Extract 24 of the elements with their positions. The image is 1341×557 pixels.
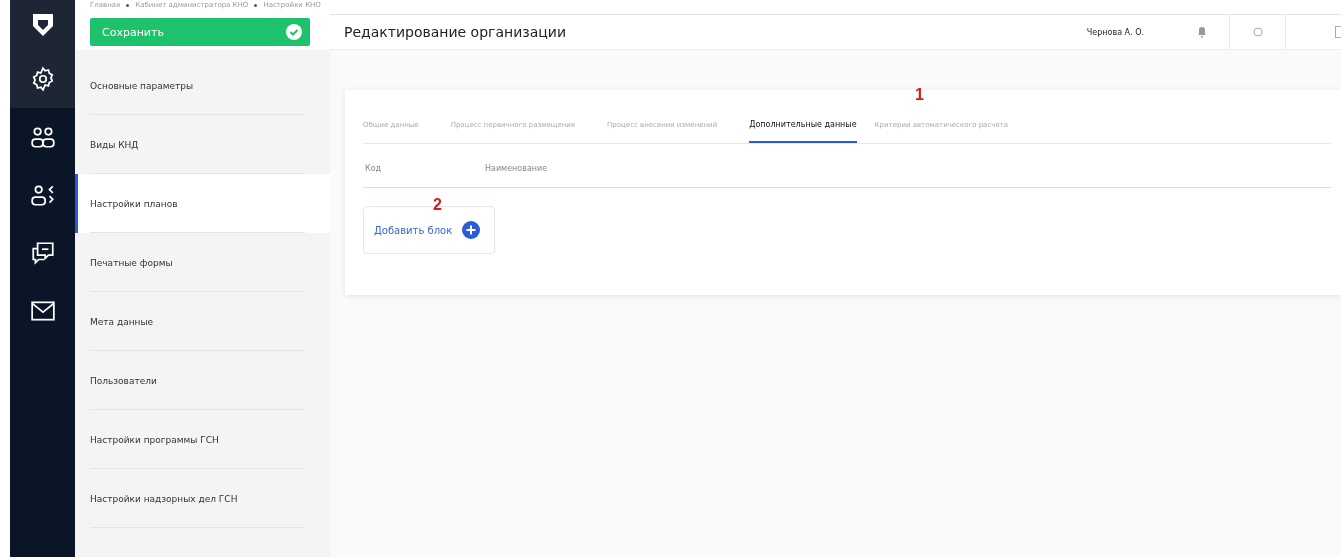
- column-header: Код: [365, 164, 383, 173]
- page-title: Редактирование организации: [344, 24, 567, 40]
- sidebar-item[interactable]: Настройки надзорных дел ГСН: [75, 469, 330, 528]
- sidebar-item[interactable]: Мета данные: [75, 292, 330, 351]
- check-icon: [286, 24, 302, 40]
- chat-icon[interactable]: [29, 240, 56, 266]
- shield-logo-icon: [30, 12, 55, 38]
- user-name[interactable]: Чернова А. О.: [1086, 27, 1144, 37]
- people-icon[interactable]: [29, 124, 56, 150]
- callout-number: 1: [915, 86, 924, 104]
- sidebar-item[interactable]: Пользователи: [75, 351, 330, 410]
- sidebar-item[interactable]: Основные параметры: [75, 56, 330, 115]
- plus-icon: [462, 221, 481, 239]
- sidebar-item[interactable]: Настройки планов: [75, 174, 330, 233]
- sidebar-item[interactable]: Настройки программы ГСН: [75, 410, 330, 469]
- person-arrows-icon[interactable]: [29, 182, 56, 208]
- bell-icon[interactable]: [1196, 26, 1207, 38]
- column-header: Наименование: [485, 164, 548, 173]
- tab[interactable]: Дополнительные данные: [749, 106, 857, 143]
- sidebar-item[interactable]: Печатные формы: [75, 233, 330, 292]
- bullet-icon: [254, 3, 258, 7]
- sidebar-item[interactable]: Виды КНД: [75, 115, 330, 174]
- mail-icon[interactable]: [29, 298, 56, 324]
- bullet-icon: [126, 3, 130, 7]
